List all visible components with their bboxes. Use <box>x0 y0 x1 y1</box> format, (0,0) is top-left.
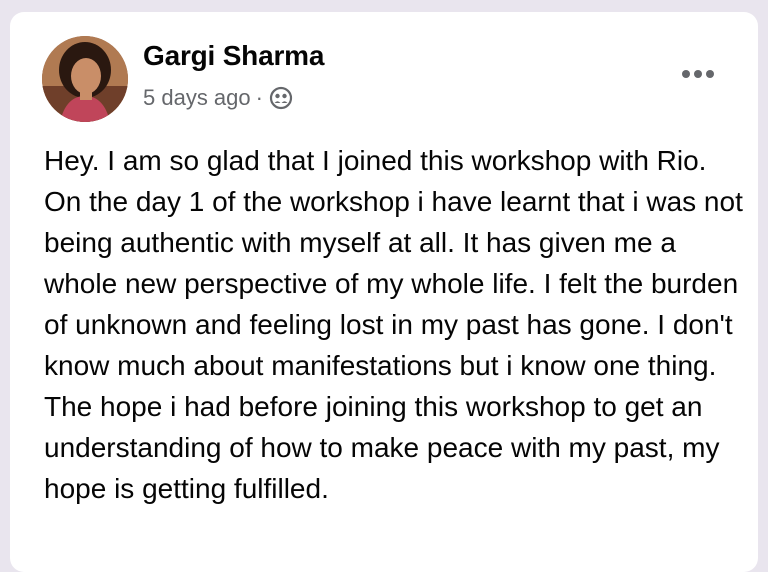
friends-icon[interactable] <box>269 86 293 110</box>
post-meta: 5 days ago · <box>143 84 293 112</box>
more-options-button[interactable] <box>676 58 720 90</box>
post-body-text: Hey. I am so glad that I joined this wor… <box>44 145 743 504</box>
more-horizontal-icon <box>682 70 714 78</box>
meta-separator: · <box>255 85 263 110</box>
avatar[interactable] <box>42 36 128 122</box>
post-timestamp[interactable]: 5 days ago <box>143 85 251 111</box>
author-name[interactable]: Gargi Sharma <box>143 40 324 72</box>
avatar-photo <box>42 36 128 122</box>
post-card: Gargi Sharma 5 days ago · Hey. I am so g… <box>10 12 758 572</box>
